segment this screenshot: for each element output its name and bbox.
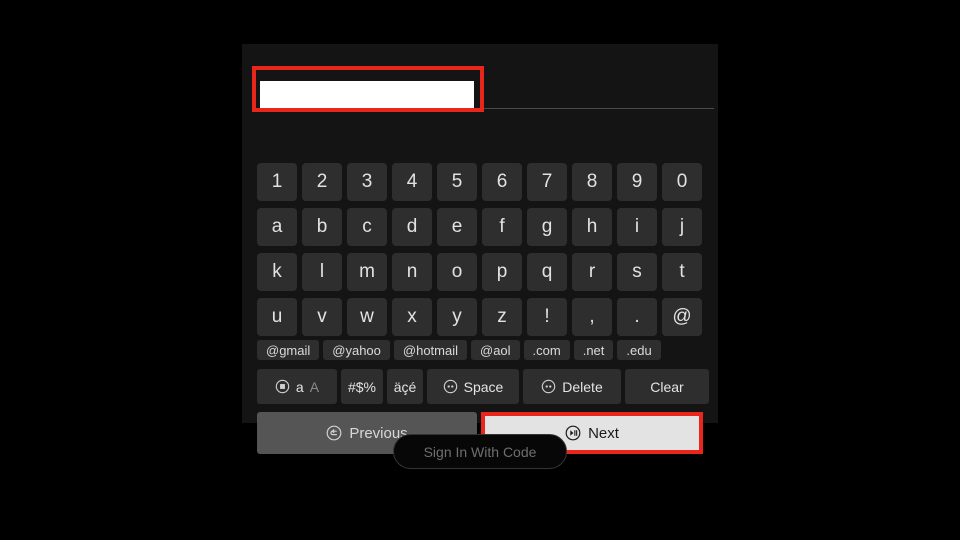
- key-d[interactable]: d: [392, 208, 432, 246]
- key-p[interactable]: p: [482, 253, 522, 291]
- key-q[interactable]: q: [527, 253, 567, 291]
- key-accents[interactable]: äçé: [387, 369, 423, 404]
- key-5[interactable]: 5: [437, 163, 477, 201]
- circle-play-pause-icon: [565, 425, 581, 441]
- key-x[interactable]: x: [392, 298, 432, 336]
- key-r[interactable]: r: [572, 253, 612, 291]
- email-input[interactable]: [260, 81, 474, 108]
- circle-two-dots-icon: [541, 379, 556, 394]
- key-l[interactable]: l: [302, 253, 342, 291]
- key-0[interactable]: 0: [662, 163, 702, 201]
- text-input-area: [242, 44, 718, 112]
- circle-two-dots-icon: [443, 379, 458, 394]
- sign-in-with-code-button[interactable]: Sign In With Code: [393, 434, 567, 469]
- key-i[interactable]: i: [617, 208, 657, 246]
- key-z[interactable]: z: [482, 298, 522, 336]
- key-w[interactable]: w: [347, 298, 387, 336]
- key-at[interactable]: @: [662, 298, 702, 336]
- key-domain-aol[interactable]: @aol: [471, 340, 520, 360]
- key-clear[interactable]: Clear: [625, 369, 709, 404]
- key-y[interactable]: y: [437, 298, 477, 336]
- tv-screen: 1 2 3 4 5 6 7 8 9 0 a b c d e f g h i j …: [0, 0, 960, 540]
- key-1[interactable]: 1: [257, 163, 297, 201]
- on-screen-keyboard-panel: 1 2 3 4 5 6 7 8 9 0 a b c d e f g h i j …: [242, 44, 718, 454]
- keyboard-row-k-t: k l m n o p q r s t: [257, 253, 702, 291]
- key-7[interactable]: 7: [527, 163, 567, 201]
- circle-square-icon: [275, 379, 290, 394]
- key-case-label-lower: a: [295, 378, 304, 395]
- key-3[interactable]: 3: [347, 163, 387, 201]
- key-v[interactable]: v: [302, 298, 342, 336]
- keyboard-row-domain-shortcuts: @gmail @yahoo @hotmail @aol .com .net .e…: [257, 340, 661, 360]
- key-m[interactable]: m: [347, 253, 387, 291]
- key-domain-hotmail[interactable]: @hotmail: [393, 340, 467, 360]
- key-h[interactable]: h: [572, 208, 612, 246]
- key-space[interactable]: Space: [427, 369, 519, 404]
- keyboard-row-a-j: a b c d e f g h i j: [257, 208, 702, 246]
- key-j[interactable]: j: [662, 208, 702, 246]
- key-6[interactable]: 6: [482, 163, 522, 201]
- key-n[interactable]: n: [392, 253, 432, 291]
- key-case-label-upper: A: [309, 378, 320, 395]
- key-e[interactable]: e: [437, 208, 477, 246]
- key-domain-edu[interactable]: .edu: [617, 340, 661, 360]
- key-domain-net[interactable]: .net: [573, 340, 614, 360]
- key-f[interactable]: f: [482, 208, 522, 246]
- key-g[interactable]: g: [527, 208, 567, 246]
- keyboard-row-u-at: u v w x y z ! , . @: [257, 298, 702, 336]
- key-symbols[interactable]: #$%: [341, 369, 383, 404]
- key-delete-label: Delete: [562, 378, 603, 395]
- key-4[interactable]: 4: [392, 163, 432, 201]
- keyboard-row-functions: aA #$% äçé Space Delete Clear: [257, 369, 709, 404]
- key-u[interactable]: u: [257, 298, 297, 336]
- key-a[interactable]: a: [257, 208, 297, 246]
- key-toggle-case[interactable]: aA: [257, 369, 337, 404]
- key-period[interactable]: .: [617, 298, 657, 336]
- key-9[interactable]: 9: [617, 163, 657, 201]
- key-t[interactable]: t: [662, 253, 702, 291]
- key-domain-com[interactable]: .com: [523, 340, 570, 360]
- key-8[interactable]: 8: [572, 163, 612, 201]
- key-domain-gmail[interactable]: @gmail: [257, 340, 320, 360]
- key-s[interactable]: s: [617, 253, 657, 291]
- key-o[interactable]: o: [437, 253, 477, 291]
- key-delete[interactable]: Delete: [523, 369, 621, 404]
- circle-back-arrow-icon: [326, 425, 342, 441]
- key-space-label: Space: [463, 378, 504, 395]
- next-button-label: Next: [588, 424, 619, 442]
- key-k[interactable]: k: [257, 253, 297, 291]
- key-exclamation[interactable]: !: [527, 298, 567, 336]
- key-domain-yahoo[interactable]: @yahoo: [323, 340, 390, 360]
- key-2[interactable]: 2: [302, 163, 342, 201]
- key-comma[interactable]: ,: [572, 298, 612, 336]
- key-b[interactable]: b: [302, 208, 342, 246]
- text-field-selection-highlight: [252, 66, 484, 112]
- keyboard-row-digits: 1 2 3 4 5 6 7 8 9 0: [257, 163, 702, 201]
- key-c[interactable]: c: [347, 208, 387, 246]
